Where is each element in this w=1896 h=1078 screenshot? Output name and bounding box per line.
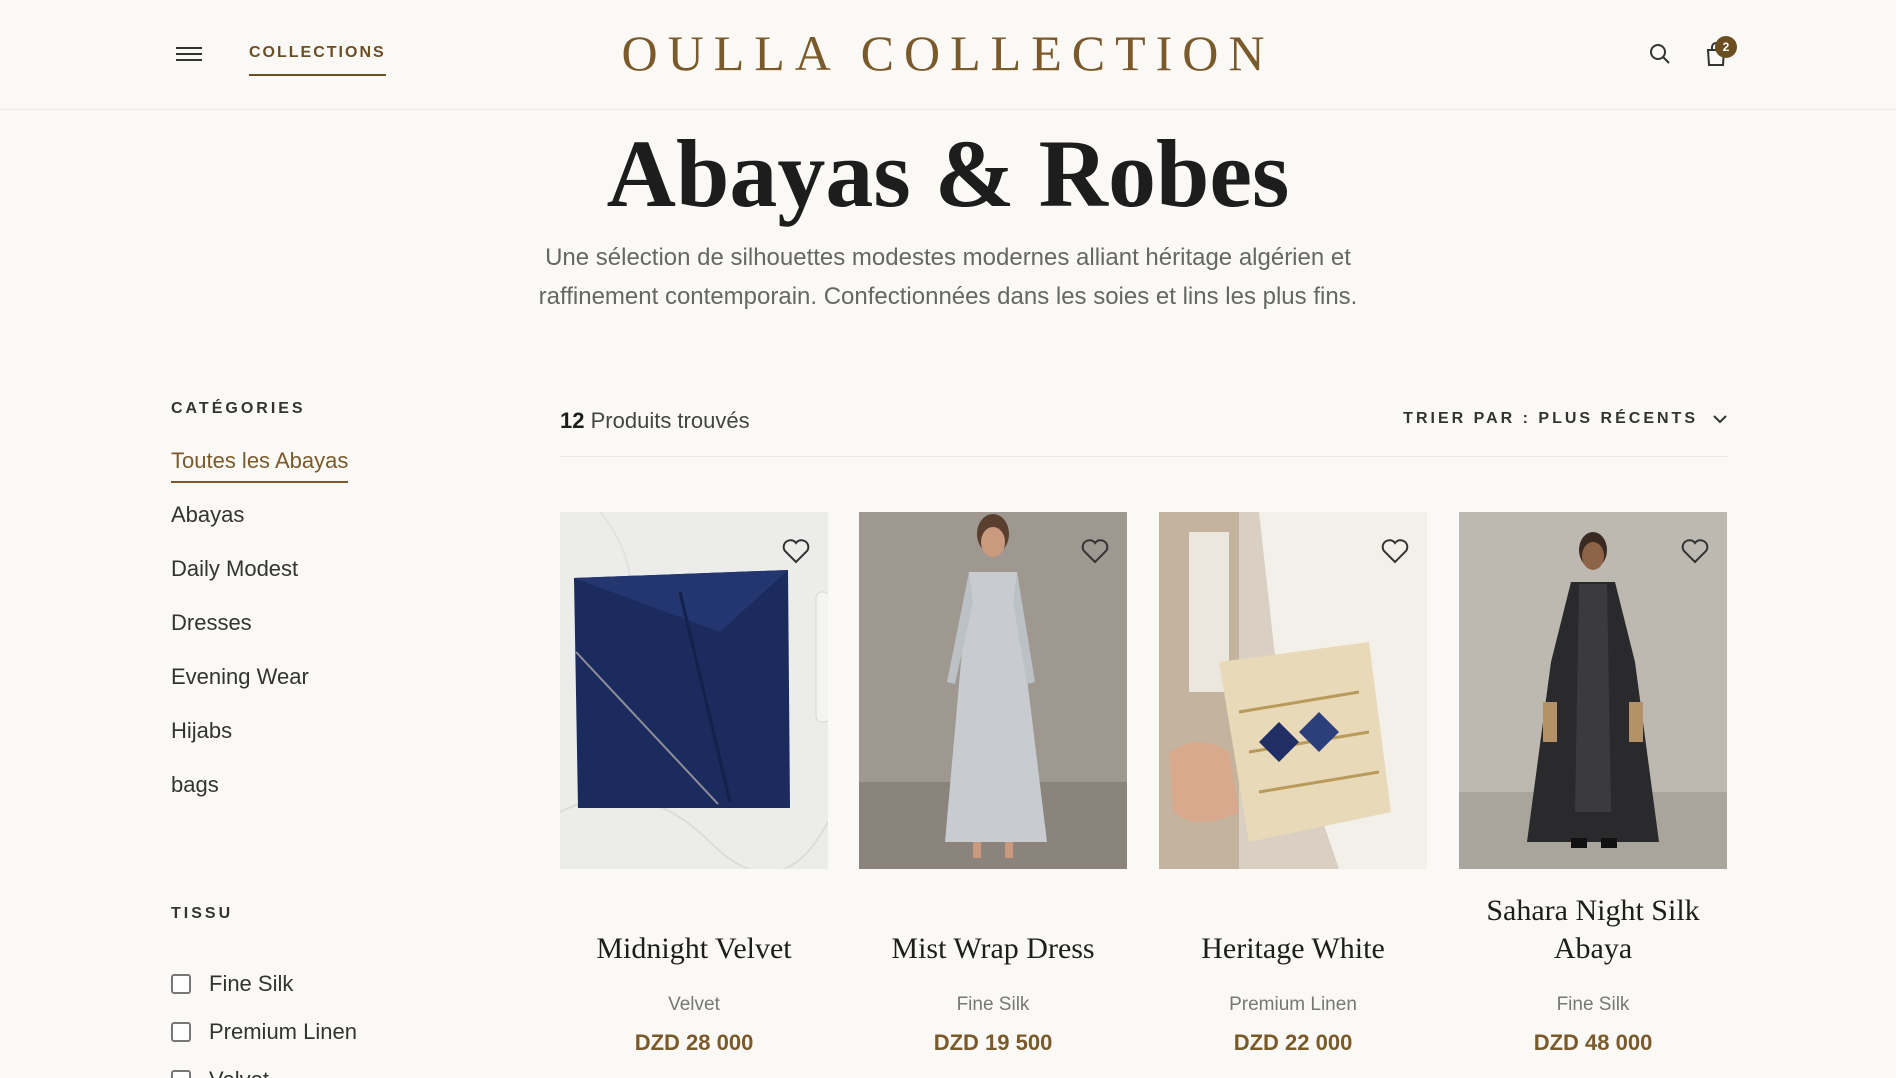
- fabric-checkbox[interactable]: [171, 974, 191, 994]
- search-icon[interactable]: [1648, 42, 1672, 66]
- heart-icon[interactable]: [1381, 538, 1409, 564]
- result-count: 12 Produits trouvés: [560, 408, 750, 434]
- product-title[interactable]: Sahara Night Silk Abaya: [1459, 892, 1727, 968]
- product-image[interactable]: [1159, 512, 1427, 869]
- category-item-all[interactable]: Toutes les Abayas: [171, 448, 471, 502]
- category-label: Toutes les Abayas: [171, 448, 349, 483]
- product-image[interactable]: [560, 512, 828, 869]
- product-fabric: Fine Silk: [1556, 994, 1630, 1015]
- page-description: Une sélection de silhouettes modestes mo…: [538, 244, 1358, 310]
- fabric-checkbox[interactable]: [171, 1022, 191, 1042]
- category-list: Toutes les Abayas Abayas Daily Modest Dr…: [171, 448, 471, 826]
- page-title: Abayas & Robes: [606, 120, 1290, 227]
- product-info: Mist Wrap Dress Fine Silk DZD 19 500: [859, 902, 1127, 1078]
- result-count-number: 12: [560, 408, 585, 433]
- category-item-hijabs[interactable]: Hijabs: [171, 718, 471, 772]
- product-price: DZD 28 000: [634, 1030, 754, 1055]
- product-image[interactable]: [859, 512, 1127, 869]
- category-label: Hijabs: [171, 718, 233, 743]
- fabric-checkbox[interactable]: [171, 1070, 191, 1078]
- product-photo: [859, 512, 1127, 869]
- category-label: Evening Wear: [171, 664, 309, 689]
- category-label: Daily Modest: [171, 556, 299, 581]
- product-card[interactable]: Midnight Velvet Velvet DZD 28 000: [560, 512, 828, 1055]
- product-card[interactable]: Sahara Night Silk Abaya Fine Silk DZD 48…: [1459, 512, 1727, 1055]
- product-title[interactable]: Mist Wrap Dress: [859, 930, 1127, 968]
- heart-icon[interactable]: [1681, 538, 1709, 564]
- product-info: Midnight Velvet Velvet DZD 28 000: [560, 902, 828, 1078]
- category-label: bags: [171, 772, 219, 797]
- result-count-label: Produits trouvés: [590, 408, 750, 433]
- product-info: Heritage White Premium Linen DZD 22 000: [1159, 902, 1427, 1078]
- product-photo: [560, 512, 828, 869]
- category-item-abayas[interactable]: Abayas: [171, 502, 471, 556]
- product-card[interactable]: Mist Wrap Dress Fine Silk DZD 19 500: [859, 512, 1127, 1055]
- product-fabric: Velvet: [668, 994, 720, 1015]
- fabric-filter-list: Fine Silk Premium Linen Velvet: [171, 960, 357, 1078]
- product-card[interactable]: Heritage White Premium Linen DZD 22 000: [1159, 512, 1427, 1055]
- product-price: DZD 22 000: [1233, 1030, 1353, 1055]
- product-price: DZD 19 500: [933, 1030, 1053, 1055]
- product-image[interactable]: [1459, 512, 1727, 869]
- category-label: Dresses: [171, 610, 252, 635]
- product-photo: [1159, 512, 1427, 869]
- product-price: DZD 48 000: [1533, 1030, 1653, 1055]
- product-title[interactable]: Midnight Velvet: [560, 930, 828, 968]
- product-fabric: Fine Silk: [956, 994, 1030, 1015]
- fabric-option[interactable]: Velvet: [171, 1056, 357, 1078]
- fabric-option[interactable]: Fine Silk: [171, 960, 357, 1008]
- fabric-option[interactable]: Premium Linen: [171, 1008, 357, 1056]
- fabric-label: Premium Linen: [209, 1019, 357, 1044]
- category-item-daily-modest[interactable]: Daily Modest: [171, 556, 471, 610]
- cart-count-badge: 2: [1715, 36, 1737, 58]
- product-info: Sahara Night Silk Abaya Fine Silk DZD 48…: [1459, 894, 1727, 1078]
- fabric-heading: TISSU: [171, 905, 234, 922]
- chevron-down-icon: [1713, 415, 1727, 424]
- site-header: COLLECTIONS OULLA COLLECTION 2: [0, 0, 1896, 110]
- category-label: Abayas: [171, 502, 245, 527]
- fabric-label: Velvet: [209, 1067, 269, 1078]
- results-toolbar: 12 Produits trouvés TRIER PAR : PLUS RÉC…: [560, 400, 1728, 457]
- product-photo: [1459, 512, 1727, 869]
- categories-heading: CATÉGORIES: [171, 400, 306, 417]
- sort-dropdown[interactable]: TRIER PAR : PLUS RÉCENTS: [1403, 410, 1728, 428]
- sort-label: TRIER PAR : PLUS RÉCENTS: [1403, 410, 1698, 427]
- heart-icon[interactable]: [1081, 538, 1109, 564]
- heart-icon[interactable]: [782, 538, 810, 564]
- category-item-dresses[interactable]: Dresses: [171, 610, 471, 664]
- category-item-evening-wear[interactable]: Evening Wear: [171, 664, 471, 718]
- filter-sidebar: CATÉGORIES Toutes les Abayas Abayas Dail…: [171, 400, 471, 826]
- brand-logo[interactable]: OULLA COLLECTION: [0, 24, 1896, 82]
- product-fabric: Premium Linen: [1229, 994, 1357, 1015]
- product-grid: Midnight Velvet Velvet DZD 28 000 Mist W…: [560, 512, 1728, 1078]
- product-title[interactable]: Heritage White: [1159, 930, 1427, 968]
- fabric-label: Fine Silk: [209, 971, 294, 996]
- category-item-bags[interactable]: bags: [171, 772, 471, 826]
